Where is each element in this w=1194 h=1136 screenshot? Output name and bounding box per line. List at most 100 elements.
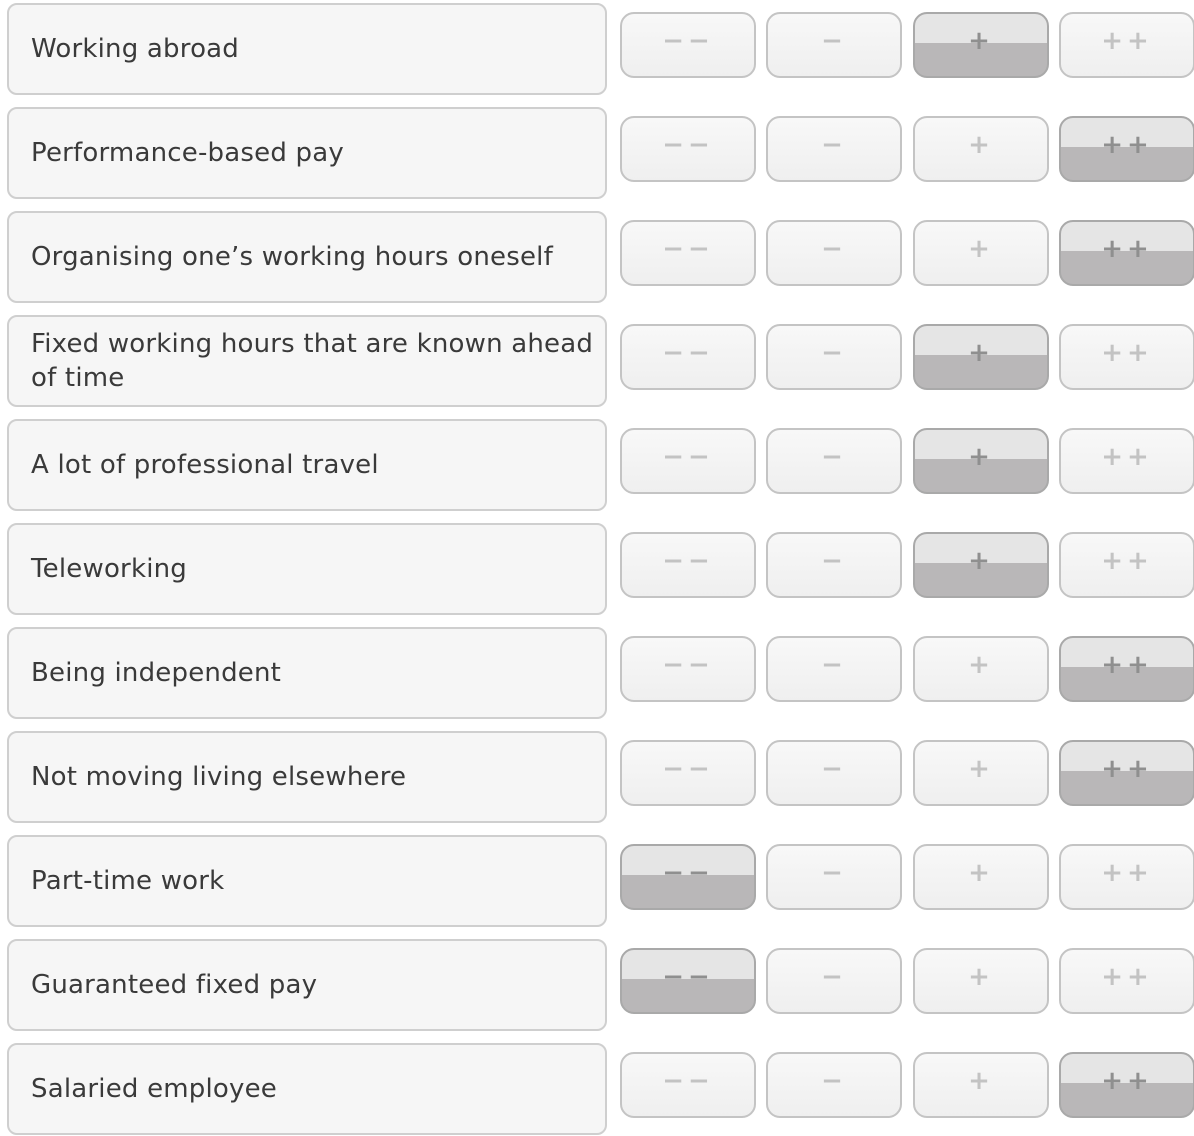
rating-row-guaranteed-fixed-pay: Guaranteed fixed pay −− − + ++ (0, 936, 1194, 1032)
rating-button-label: + (968, 1066, 994, 1096)
rating-button-label: − (821, 1066, 847, 1096)
rating-button-label: −− (662, 650, 714, 680)
rating-button-very-positive[interactable]: ++ (1059, 12, 1194, 78)
rating-row-fixed-working-hours-that-are-known-ahead-of-time: Fixed working hours that are known ahead… (0, 312, 1194, 408)
rating-button-negative[interactable]: − (766, 324, 902, 390)
rating-button-very-negative[interactable]: −− (620, 948, 756, 1014)
rating-button-very-negative[interactable]: −− (620, 12, 756, 78)
rating-button-label: + (968, 546, 994, 576)
rating-button-label: + (968, 130, 994, 160)
rating-button-very-negative[interactable]: −− (620, 636, 756, 702)
rating-row-teleworking: Teleworking −− − + ++ (0, 520, 1194, 616)
rating-button-very-negative[interactable]: −− (620, 116, 756, 182)
rating-button-positive[interactable]: + (913, 1052, 1049, 1118)
rating-button-label: ++ (1101, 234, 1153, 264)
item-label: Being independent (7, 627, 607, 719)
rating-button-positive[interactable]: + (913, 636, 1049, 702)
rating-button-label: ++ (1101, 338, 1153, 368)
rating-button-very-negative[interactable]: −− (620, 428, 756, 494)
rating-button-very-negative[interactable]: −− (620, 844, 756, 910)
rating-button-label: − (821, 234, 847, 264)
rating-button-label: + (968, 650, 994, 680)
rating-button-label: − (821, 442, 847, 472)
rating-button-label: −− (662, 962, 714, 992)
item-label: Not moving living elsewhere (7, 731, 607, 823)
rating-button-label: ++ (1101, 442, 1153, 472)
rating-row-working-abroad: Working abroad −− − + ++ (0, 0, 1194, 96)
rating-button-very-negative[interactable]: −− (620, 740, 756, 806)
rating-button-label: + (968, 858, 994, 888)
rating-button-negative[interactable]: − (766, 636, 902, 702)
rating-button-very-positive[interactable]: ++ (1059, 532, 1194, 598)
rating-button-label: −− (662, 546, 714, 576)
rating-row-salaried-employee: Salaried employee −− − + ++ (0, 1040, 1194, 1136)
rating-button-positive[interactable]: + (913, 324, 1049, 390)
rating-button-label: −− (662, 858, 714, 888)
rating-button-very-negative[interactable]: −− (620, 532, 756, 598)
rating-button-label: −− (662, 130, 714, 160)
rating-button-very-negative[interactable]: −− (620, 324, 756, 390)
rating-button-label: + (968, 442, 994, 472)
rating-row-organising-one-s-working-hours-oneself: Organising one’s working hours oneself −−… (0, 208, 1194, 304)
rating-button-negative[interactable]: − (766, 1052, 902, 1118)
rating-button-label: + (968, 754, 994, 784)
rating-button-very-positive[interactable]: ++ (1059, 116, 1194, 182)
item-label: Performance-based pay (7, 107, 607, 199)
item-label: Organising one’s working hours oneself (7, 211, 607, 303)
item-label: Teleworking (7, 523, 607, 615)
rating-button-label: −− (662, 754, 714, 784)
rating-row-being-independent: Being independent −− − + ++ (0, 624, 1194, 720)
rating-button-positive[interactable]: + (913, 844, 1049, 910)
item-label: Working abroad (7, 3, 607, 95)
rating-button-negative[interactable]: − (766, 12, 902, 78)
rating-button-label: ++ (1101, 858, 1153, 888)
rating-button-very-positive[interactable]: ++ (1059, 324, 1194, 390)
rating-button-label: −− (662, 26, 714, 56)
rating-button-negative[interactable]: − (766, 428, 902, 494)
rating-button-very-negative[interactable]: −− (620, 220, 756, 286)
rating-button-label: −− (662, 442, 714, 472)
item-label: Salaried employee (7, 1043, 607, 1135)
rating-button-negative[interactable]: − (766, 844, 902, 910)
rating-button-negative[interactable]: − (766, 116, 902, 182)
item-label: Fixed working hours that are known ahead… (7, 315, 607, 407)
item-label: Guaranteed fixed pay (7, 939, 607, 1031)
rating-button-label: + (968, 26, 994, 56)
rating-button-label: −− (662, 338, 714, 368)
rating-row-not-moving-living-elsewhere: Not moving living elsewhere −− − + ++ (0, 728, 1194, 824)
rating-button-label: −− (662, 1066, 714, 1096)
rating-button-label: − (821, 962, 847, 992)
rating-button-label: − (821, 546, 847, 576)
rating-button-label: + (968, 234, 994, 264)
rating-button-positive[interactable]: + (913, 428, 1049, 494)
rating-button-negative[interactable]: − (766, 220, 902, 286)
rating-button-label: − (821, 754, 847, 784)
rating-button-negative[interactable]: − (766, 532, 902, 598)
rating-button-negative[interactable]: − (766, 740, 902, 806)
rating-button-label: + (968, 962, 994, 992)
rating-button-very-positive[interactable]: ++ (1059, 844, 1194, 910)
rating-row-part-time-work: Part-time work −− − + ++ (0, 832, 1194, 928)
rating-button-very-positive[interactable]: ++ (1059, 948, 1194, 1014)
rating-button-positive[interactable]: + (913, 116, 1049, 182)
rating-button-positive[interactable]: + (913, 948, 1049, 1014)
rating-button-label: − (821, 650, 847, 680)
rating-survey: Working abroad −− − + ++ Performance-based pa… (0, 0, 1194, 1136)
rating-button-negative[interactable]: − (766, 948, 902, 1014)
rating-button-label: ++ (1101, 130, 1153, 160)
rating-button-very-positive[interactable]: ++ (1059, 740, 1194, 806)
rating-button-label: − (821, 338, 847, 368)
rating-button-positive[interactable]: + (913, 532, 1049, 598)
rating-button-very-negative[interactable]: −− (620, 1052, 756, 1118)
rating-button-positive[interactable]: + (913, 740, 1049, 806)
rating-button-label: ++ (1101, 962, 1153, 992)
rating-button-very-positive[interactable]: ++ (1059, 636, 1194, 702)
rating-button-label: − (821, 130, 847, 160)
rating-button-very-positive[interactable]: ++ (1059, 1052, 1194, 1118)
rating-button-positive[interactable]: + (913, 220, 1049, 286)
rating-button-label: − (821, 858, 847, 888)
rating-row-a-lot-of-professional-travel: A lot of professional travel −− − + ++ (0, 416, 1194, 512)
rating-button-very-positive[interactable]: ++ (1059, 428, 1194, 494)
rating-button-positive[interactable]: + (913, 12, 1049, 78)
rating-button-very-positive[interactable]: ++ (1059, 220, 1194, 286)
